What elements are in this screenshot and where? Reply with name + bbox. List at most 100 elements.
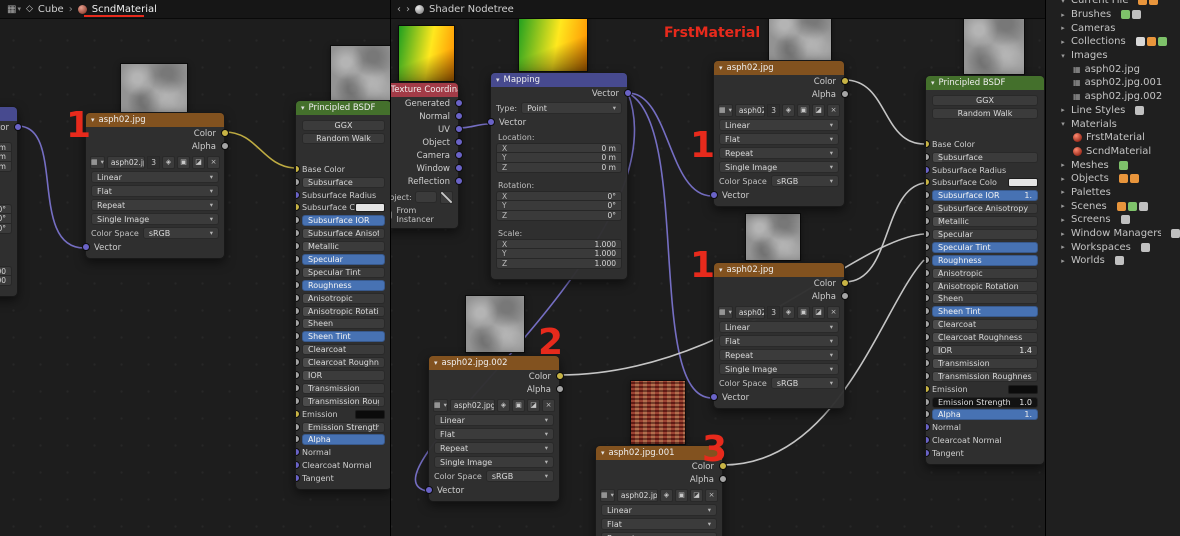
collapse-icon[interactable]: ▾ bbox=[601, 449, 605, 457]
outliner-item[interactable]: FrstMaterial bbox=[1046, 131, 1180, 145]
output-socket[interactable] bbox=[840, 292, 849, 300]
outliner-item[interactable]: ▸ Objects bbox=[1046, 172, 1180, 186]
outliner-item[interactable]: ▸ Line Styles bbox=[1046, 104, 1180, 118]
input-socket[interactable] bbox=[926, 384, 930, 393]
input-socket[interactable] bbox=[926, 229, 930, 238]
value-field[interactable]: 1.000 bbox=[0, 266, 12, 276]
open-folder-icon[interactable]: ◪ bbox=[192, 155, 205, 169]
output-socket[interactable] bbox=[454, 151, 463, 159]
disclosure-triangle-icon[interactable]: ▸ bbox=[1059, 175, 1067, 183]
output-socket[interactable] bbox=[623, 89, 632, 97]
dropdown-option[interactable]: Repeat ▾ bbox=[434, 442, 554, 454]
input-socket[interactable] bbox=[926, 449, 930, 458]
value-slider[interactable]: Specular Tint bbox=[302, 266, 385, 278]
input-socket[interactable] bbox=[296, 383, 300, 392]
eyedropper-icon[interactable] bbox=[440, 190, 453, 204]
value-field[interactable]: 0 m bbox=[0, 162, 12, 172]
outliner-item[interactable]: ▦ asph02.jpg.002 bbox=[1046, 90, 1180, 104]
input-socket[interactable] bbox=[296, 242, 300, 251]
input-socket[interactable] bbox=[296, 267, 300, 276]
value-slider[interactable]: Anisotropic Rotation bbox=[932, 280, 1038, 292]
dropdown-option[interactable]: Linear ▾ bbox=[434, 414, 554, 426]
dropdown-option[interactable]: Single Image ▾ bbox=[719, 363, 839, 375]
input-socket[interactable] bbox=[296, 332, 300, 341]
value-slider[interactable]: Roughness bbox=[302, 279, 385, 291]
image-name-field[interactable]: asph02.jpg bbox=[106, 155, 146, 169]
disclosure-triangle-icon[interactable]: ▸ bbox=[1059, 257, 1067, 265]
disclosure-triangle-icon[interactable]: ▸ bbox=[1059, 24, 1067, 32]
value-slider[interactable]: Transmission bbox=[932, 357, 1038, 369]
object-field[interactable] bbox=[414, 191, 437, 203]
image-name-field[interactable]: asph02.jpg.002 bbox=[449, 398, 495, 412]
value-slider[interactable]: Clearcoat bbox=[932, 319, 1038, 331]
color-swatch[interactable] bbox=[1008, 384, 1038, 394]
value-slider[interactable]: Sheen Tint bbox=[302, 331, 385, 343]
input-socket[interactable] bbox=[926, 139, 930, 148]
value-slider[interactable]: Metallic bbox=[302, 241, 385, 253]
dropdown-option[interactable]: Linear ▾ bbox=[719, 321, 839, 333]
area-divider[interactable] bbox=[390, 0, 391, 536]
image-browse-button[interactable]: ▦ ▾ bbox=[90, 155, 105, 169]
dropdown-option[interactable]: Flat ▾ bbox=[434, 428, 554, 440]
color-swatch[interactable] bbox=[355, 409, 385, 419]
outliner-item[interactable]: ▸ Worlds bbox=[1046, 254, 1180, 268]
unlink-icon[interactable]: × bbox=[827, 305, 840, 319]
output-socket[interactable] bbox=[220, 129, 229, 137]
input-socket[interactable] bbox=[709, 191, 718, 199]
unlink-icon[interactable]: × bbox=[542, 398, 555, 412]
collapse-icon[interactable]: ▾ bbox=[496, 76, 500, 84]
value-slider[interactable]: Specular bbox=[932, 228, 1038, 240]
value-slider[interactable]: Sheen bbox=[302, 318, 385, 330]
input-socket[interactable] bbox=[296, 190, 300, 199]
input-socket[interactable] bbox=[926, 255, 930, 264]
color-swatch[interactable] bbox=[1008, 178, 1038, 188]
input-socket[interactable] bbox=[926, 294, 930, 303]
open-folder-icon[interactable]: ◪ bbox=[690, 488, 703, 502]
disclosure-triangle-icon[interactable]: ▸ bbox=[1059, 243, 1067, 251]
input-socket[interactable] bbox=[296, 306, 300, 315]
input-socket[interactable] bbox=[926, 307, 930, 316]
collapse-icon[interactable]: ▾ bbox=[719, 64, 723, 72]
outliner-item[interactable]: ▸ Meshes bbox=[1046, 158, 1180, 172]
collapse-icon[interactable]: ▾ bbox=[719, 266, 723, 274]
outliner-item[interactable]: ▾ Materials bbox=[1046, 117, 1180, 131]
input-socket[interactable] bbox=[424, 486, 433, 494]
input-socket[interactable] bbox=[926, 242, 930, 251]
enum-dropdown[interactable]: Random Walk bbox=[932, 107, 1038, 119]
dropdown-option[interactable]: Repeat ▾ bbox=[719, 349, 839, 361]
image-name-field[interactable]: asph02.jpg bbox=[734, 305, 766, 319]
collapse-icon[interactable]: ▾ bbox=[91, 116, 95, 124]
disclosure-triangle-icon[interactable]: ▸ bbox=[1059, 188, 1067, 196]
color-space-dropdown[interactable]: sRGB ▾ bbox=[770, 377, 839, 389]
value-slider[interactable]: Alpha bbox=[302, 434, 385, 446]
output-socket[interactable] bbox=[555, 372, 564, 380]
image-texture-node[interactable]: ▾asph02.jpgColorAlpha▦▾asph02.jpg3◈▣◪×Li… bbox=[81, 112, 229, 259]
input-socket[interactable] bbox=[296, 293, 300, 302]
axis-value-field[interactable]: Z 0 m bbox=[496, 163, 622, 173]
output-socket[interactable] bbox=[454, 125, 463, 133]
collapse-icon[interactable]: ▾ bbox=[434, 359, 438, 367]
unlink-icon[interactable]: × bbox=[827, 103, 840, 117]
output-socket[interactable] bbox=[718, 475, 727, 483]
fake-user-shield-icon[interactable]: ◈ bbox=[497, 398, 510, 412]
outliner-item[interactable]: ▸ Brushes bbox=[1046, 8, 1180, 22]
input-socket[interactable] bbox=[296, 396, 300, 405]
nav-back-button[interactable]: ‹ bbox=[397, 4, 401, 15]
disclosure-triangle-icon[interactable]: ▾ bbox=[1059, 52, 1067, 60]
outliner-item[interactable]: ▸ Window Managers bbox=[1046, 227, 1180, 241]
value-slider[interactable]: Clearcoat bbox=[302, 344, 385, 356]
value-slider[interactable]: Subsurface bbox=[302, 176, 385, 188]
image-browse-button[interactable]: ▦ ▾ bbox=[718, 103, 733, 117]
dropdown-option[interactable]: Flat ▾ bbox=[719, 133, 839, 145]
breadcrumb-material[interactable]: ScndMaterial bbox=[92, 4, 157, 15]
value-slider[interactable]: Emission Strength 1.0 bbox=[932, 396, 1038, 408]
copy-icon[interactable]: ▣ bbox=[675, 488, 688, 502]
type-dropdown[interactable]: Point ▾ bbox=[521, 102, 622, 114]
input-socket[interactable] bbox=[926, 217, 930, 226]
input-socket[interactable] bbox=[296, 422, 300, 431]
open-folder-icon[interactable]: ◪ bbox=[527, 398, 540, 412]
dropdown-option[interactable]: Single Image ▾ bbox=[719, 161, 839, 173]
color-space-dropdown[interactable]: sRGB ▾ bbox=[142, 227, 219, 239]
input-socket[interactable] bbox=[926, 152, 930, 161]
value-slider[interactable]: Anisotropic bbox=[302, 292, 385, 304]
